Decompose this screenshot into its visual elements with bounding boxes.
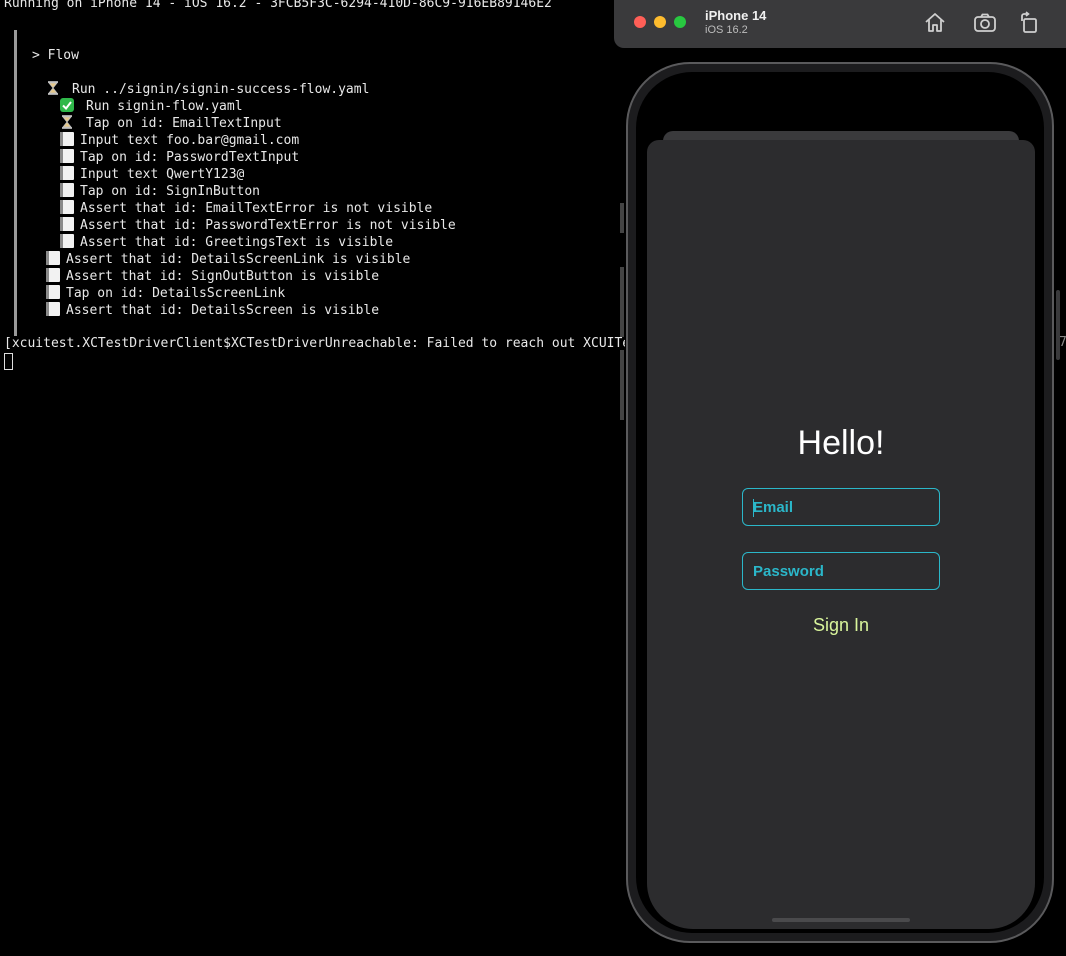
flow-step-text: Run ../signin/signin-success-flow.yaml (72, 82, 370, 97)
flow-step: Assert that id: SignOutButton is visible (46, 268, 379, 285)
pending-icon (46, 268, 60, 282)
flow-step: Tap on id: EmailTextInput (60, 115, 282, 132)
hourglass-icon (46, 81, 60, 95)
flow-step-text: Tap on id: DetailsScreenLink (66, 286, 286, 301)
minimize-button[interactable] (654, 16, 666, 28)
hourglass-icon (60, 115, 74, 129)
flow-step: Tap on id: SignInButton (60, 183, 260, 200)
flow-step-text: Tap on id: EmailTextInput (86, 116, 282, 131)
flow-step-text: Input text foo.bar@gmail.com (80, 133, 300, 148)
flow-step-text: Assert that id: EmailTextError is not vi… (80, 201, 433, 216)
terminal-cursor[interactable] (4, 353, 13, 370)
power-button (1056, 290, 1060, 360)
flow-step-text: Tap on id: SignInButton (80, 184, 261, 199)
flow-step: Assert that id: EmailTextError is not vi… (60, 200, 432, 217)
terminal-header: Running on iPhone 14 - iOS 16.2 - 3FCB5F… (4, 0, 552, 11)
flow-step-text: Tap on id: PasswordTextInput (80, 150, 300, 165)
home-button[interactable] (922, 10, 948, 36)
pending-icon (60, 166, 74, 180)
flow-step: Tap on id: PasswordTextInput (60, 149, 299, 166)
pending-icon (60, 200, 74, 214)
greeting-title: Hello! (797, 424, 885, 462)
home-icon (925, 13, 945, 32)
home-indicator (772, 918, 910, 922)
pending-icon (60, 183, 74, 197)
flow-step: Assert that id: GreetingsText is visible (60, 234, 393, 251)
flow-step-text: Assert that id: DetailsScreenLink is vis… (66, 252, 411, 267)
device-name: iPhone 14 (705, 8, 767, 23)
flow-step: Assert that id: DetailsScreen is visible (46, 302, 379, 319)
pending-icon (46, 302, 60, 316)
flow-step: Run signin-flow.yaml (60, 98, 243, 115)
check-icon (60, 98, 74, 112)
pending-icon (46, 251, 60, 265)
terminal-pane: Running on iPhone 14 - iOS 16.2 - 3FCB5F… (0, 0, 625, 956)
close-button[interactable] (634, 16, 646, 28)
scroll-mark (620, 267, 624, 337)
scroll-mark (620, 203, 624, 233)
pending-icon (60, 217, 74, 231)
sign-in-button[interactable]: Sign In (647, 614, 1035, 637)
pending-icon (60, 132, 74, 146)
flow-step: Assert that id: PasswordTextError is not… (60, 217, 456, 234)
flow-step-text: Assert that id: PasswordTextError is not… (80, 218, 456, 233)
email-field[interactable] (742, 488, 940, 526)
error-message: [xcuitest.XCTestDriverClient$XCTestDrive… (4, 336, 625, 351)
text-caret (753, 499, 754, 517)
screenshot-button[interactable] (972, 10, 998, 36)
flow-step-text: Assert that id: SignOutButton is visible (66, 269, 380, 284)
flow-indent-bar (14, 30, 17, 336)
flow-step: Run ../signin/signin-success-flow.yaml (46, 81, 369, 98)
signin-sheet: Hello! Sign In (647, 140, 1035, 929)
flow-step-text: Assert that id: GreetingsText is visible (80, 235, 394, 250)
rotate-icon (1021, 11, 1037, 33)
flow-step: Input text foo.bar@gmail.com (60, 132, 299, 149)
flow-step: Assert that id: DetailsScreenLink is vis… (46, 251, 410, 268)
camera-icon (974, 13, 996, 32)
rotate-button[interactable] (1016, 10, 1042, 36)
scroll-mark (620, 350, 624, 420)
pending-icon (60, 149, 74, 163)
password-field[interactable] (742, 552, 940, 590)
flow-step-text: Assert that id: DetailsScreen is visible (66, 303, 380, 318)
flow-label: > Flow (32, 48, 79, 63)
flow-step-text: Input text QwertY123@ (80, 167, 245, 182)
zoom-button[interactable] (674, 16, 686, 28)
flow-step-text: Run signin-flow.yaml (86, 99, 243, 114)
device-os-version: iOS 16.2 (705, 24, 748, 36)
simulator-titlebar[interactable]: iPhone 14 iOS 16.2 (614, 0, 1066, 48)
error-overflow: 7 (1059, 335, 1066, 350)
pending-icon (60, 234, 74, 248)
pending-icon (46, 285, 60, 299)
flow-step: Input text QwertY123@ (60, 166, 244, 183)
iphone-screen[interactable]: Hello! Sign In (636, 72, 1044, 933)
flow-step: Tap on id: DetailsScreenLink (46, 285, 285, 302)
iphone-frame: Hello! Sign In (626, 62, 1054, 943)
